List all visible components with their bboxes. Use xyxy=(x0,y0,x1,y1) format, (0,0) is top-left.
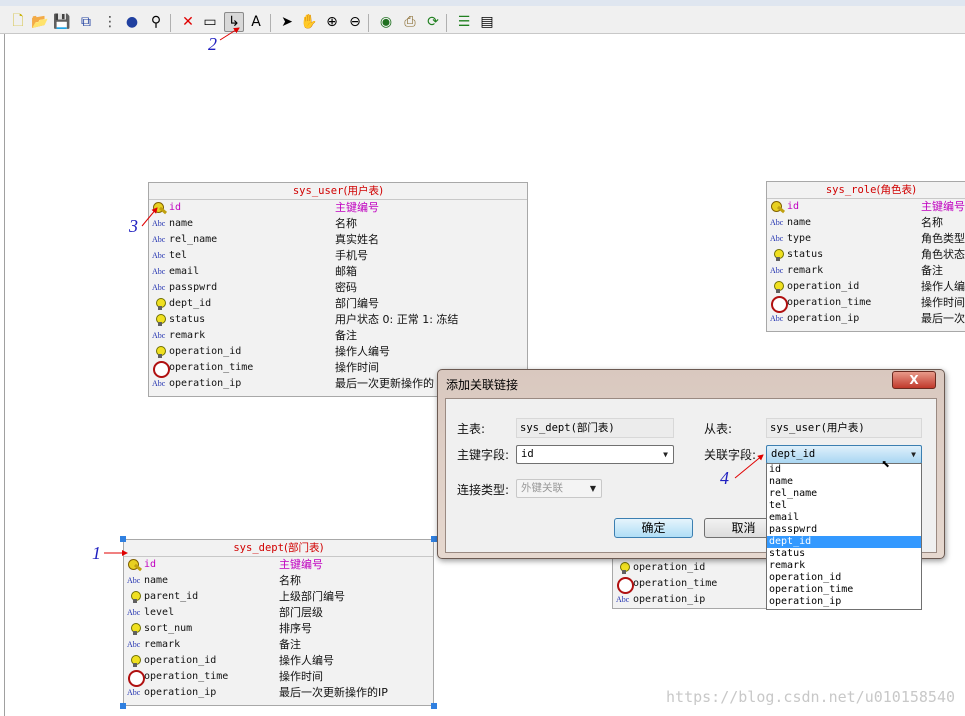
annotation-arrows xyxy=(104,27,764,556)
annotation-1: 1 xyxy=(92,543,101,563)
annotation-4: 4 xyxy=(720,468,729,488)
annotation-arrow-2 xyxy=(219,27,240,41)
annotation-2: 2 xyxy=(208,34,217,54)
annotation-arrow-3 xyxy=(141,207,158,227)
annotation-3: 3 xyxy=(129,216,138,236)
annotation-arrow-4 xyxy=(734,454,764,479)
watermark: https://blog.csdn.net/u010158540 xyxy=(666,688,955,706)
